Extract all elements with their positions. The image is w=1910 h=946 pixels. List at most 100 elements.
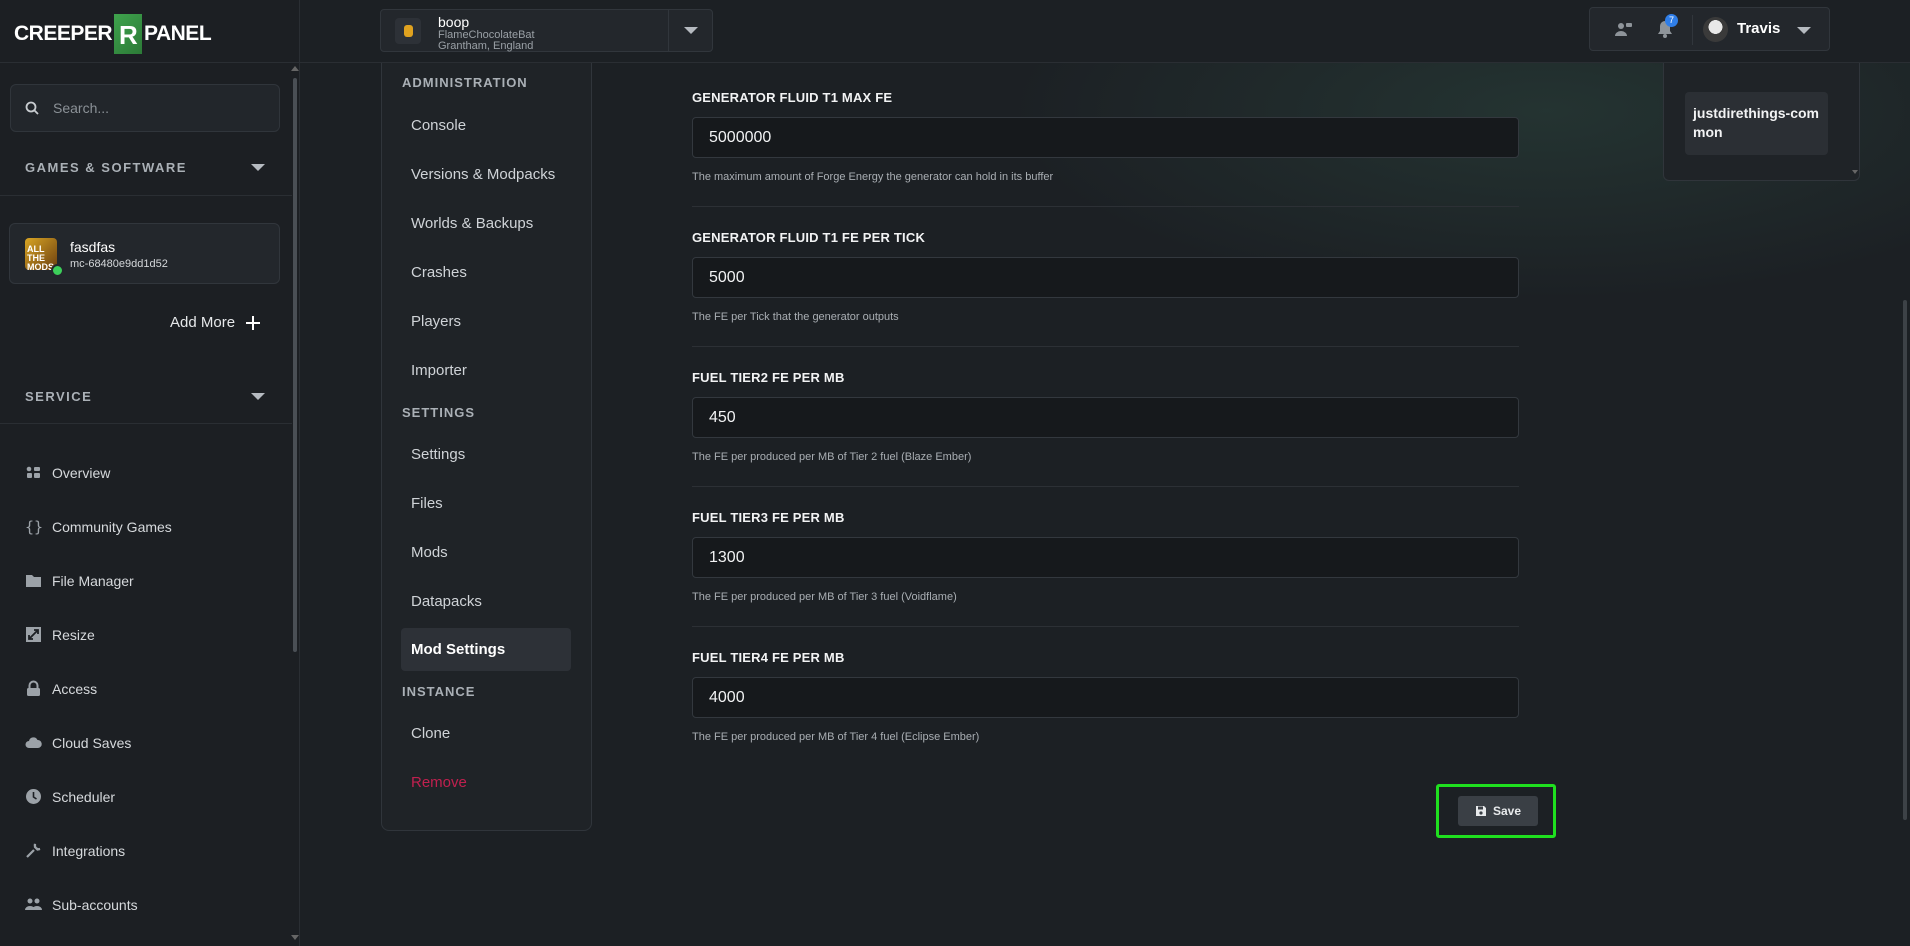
svg-text:{}: {}: [25, 518, 42, 535]
scroll-down-arrow[interactable]: [291, 935, 299, 940]
server-id: mc-68480e9dd1d52: [70, 258, 168, 270]
chevron-down-icon[interactable]: [684, 27, 698, 34]
clock-icon: [26, 789, 41, 804]
divider: [0, 423, 292, 424]
subnav-item-players[interactable]: Players: [411, 313, 461, 330]
subnav-item-mod-settings[interactable]: Mod Settings: [411, 641, 505, 658]
divider: [0, 62, 300, 63]
main-scrollbar[interactable]: [1903, 300, 1907, 820]
friends-icon[interactable]: [1615, 21, 1633, 37]
sidebar-item-resize[interactable]: Resize: [25, 626, 95, 643]
scroll-down-arrow[interactable]: [1852, 170, 1858, 174]
subnav-item-importer[interactable]: Importer: [411, 362, 467, 379]
games-section-label: GAMES & SOFTWARE: [25, 160, 187, 175]
games-section-toggle[interactable]: GAMES & SOFTWARE: [25, 160, 265, 175]
field-label: FUEL TIER2 FE PER MB: [692, 370, 845, 385]
subnav-item-console[interactable]: Console: [411, 117, 466, 134]
avatar[interactable]: [1703, 17, 1728, 42]
search-icon: [25, 101, 39, 115]
subnav-item-mods[interactable]: Mods: [411, 544, 448, 561]
wrench-icon: [26, 843, 41, 858]
sidebar-item-integrations[interactable]: Integrations: [25, 842, 125, 859]
sidebar-item-cloud-saves[interactable]: Cloud Saves: [25, 734, 131, 751]
subnav-item-datapacks[interactable]: Datapacks: [411, 593, 482, 610]
subnav-item-clone[interactable]: Clone: [411, 725, 450, 742]
floppy-disk-icon: [1475, 806, 1486, 816]
sidebar-item-label: Sub-accounts: [52, 896, 138, 913]
resize-icon: [26, 627, 41, 642]
server-card-fasdfas[interactable]: ALL THE MODS fasdfas mc-68480e9dd1d52: [9, 223, 280, 284]
fuel-tier2-fe-per-mb-input[interactable]: [692, 397, 1519, 438]
lock-icon: [27, 680, 40, 696]
sidebar-item-label: Resize: [52, 626, 95, 643]
search-input[interactable]: [51, 99, 255, 117]
online-status-dot: [51, 264, 64, 277]
divider: [668, 10, 669, 51]
creeperpanel-logo[interactable]: CREEPER PANEL: [14, 14, 212, 54]
sidebar-item-label: Cloud Saves: [52, 734, 132, 751]
sidebar-item-community-games[interactable]: {} Community Games: [25, 518, 172, 535]
subnav-item-versions-modpacks[interactable]: Versions & Modpacks: [411, 166, 555, 183]
sidebar-item-label: Scheduler: [52, 788, 116, 805]
subnav-heading-instance: INSTANCE: [402, 684, 476, 699]
sidebar-item-sub-accounts[interactable]: Sub-accounts: [25, 896, 138, 913]
server-selector-location: Grantham, England: [438, 40, 534, 52]
field-help: The maximum amount of Forge Energy the g…: [692, 171, 1054, 183]
subnav-heading-administration: ADMINISTRATION: [402, 75, 528, 90]
add-more-button[interactable]: Add More: [170, 314, 261, 331]
sidebar-item-label: Overview: [52, 464, 111, 481]
sidebar-item-file-manager[interactable]: File Manager: [25, 572, 134, 589]
field-label: GENERATOR FLUID T1 FE PER TICK: [692, 230, 926, 245]
subnav-item-files[interactable]: Files: [411, 495, 443, 512]
subnav-item-remove[interactable]: Remove: [411, 774, 467, 791]
logo-mark-icon: [114, 14, 143, 54]
field-label: GENERATOR FLUID T1 MAX FE: [692, 90, 893, 105]
subnav-item-settings[interactable]: Settings: [411, 446, 465, 463]
subnav-item-worlds-backups[interactable]: Worlds & Backups: [411, 215, 533, 232]
server-fire-icon: [395, 18, 421, 44]
generator-fluid-t1-max-fe-input[interactable]: [692, 117, 1519, 158]
service-section-label: SERVICE: [25, 389, 93, 404]
subnav-item-crashes[interactable]: Crashes: [411, 264, 467, 281]
sidebar-item-label: Access: [52, 680, 98, 697]
divider: [0, 195, 292, 196]
fuel-tier4-fe-per-mb-input[interactable]: [692, 677, 1519, 718]
chevron-down-icon[interactable]: [1797, 27, 1811, 34]
scroll-up-arrow[interactable]: [291, 66, 299, 71]
users-icon: [25, 898, 42, 910]
mod-config-item-selected[interactable]: justdirethings-common: [1685, 92, 1828, 155]
field-label: FUEL TIER4 FE PER MB: [692, 650, 845, 665]
server-subnav: ADMINISTRATION Console Versions & Modpac…: [381, 63, 592, 831]
generator-fluid-t1-fe-per-tick-input[interactable]: [692, 257, 1519, 298]
cloud-icon: [25, 737, 42, 748]
sidebar-item-scheduler[interactable]: Scheduler: [25, 788, 115, 805]
braces-icon: {}: [25, 518, 42, 535]
field-help: The FE per produced per MB of Tier 4 fue…: [692, 731, 980, 743]
field-help: The FE per Tick that the generator outpu…: [692, 311, 899, 323]
user-toolbar: 7 Travis: [1589, 7, 1830, 51]
sidebar-item-label: Community Games: [52, 518, 172, 535]
sidebar-item-label: Integrations: [52, 842, 126, 859]
fuel-tier3-fe-per-mb-input[interactable]: [692, 537, 1519, 578]
notification-badge: 7: [1665, 14, 1678, 27]
username[interactable]: Travis: [1737, 20, 1780, 37]
divider: [692, 346, 1519, 347]
divider: [692, 626, 1519, 627]
field-label: FUEL TIER3 FE PER MB: [692, 510, 845, 525]
logo-text-right: PANEL: [144, 22, 212, 45]
sidebar-item-access[interactable]: Access: [25, 680, 97, 697]
grid-icon: [26, 466, 40, 478]
search-box[interactable]: [10, 84, 280, 132]
server-selector-name: boop: [438, 14, 470, 30]
sidebar-scrollbar[interactable]: [293, 78, 297, 652]
divider: [1692, 15, 1693, 45]
service-section-toggle[interactable]: SERVICE: [25, 389, 265, 404]
sidebar-item-overview[interactable]: Overview: [25, 464, 110, 481]
add-more-label: Add More: [170, 314, 236, 331]
logo-text-left: CREEPER: [14, 22, 113, 45]
server-selector[interactable]: boop FlameChocolateBat Grantham, England: [380, 9, 713, 52]
server-name: fasdfas: [70, 239, 116, 255]
chevron-down-icon: [251, 393, 265, 400]
field-help: The FE per produced per MB of Tier 3 fue…: [692, 591, 957, 603]
save-button[interactable]: Save: [1458, 796, 1538, 826]
